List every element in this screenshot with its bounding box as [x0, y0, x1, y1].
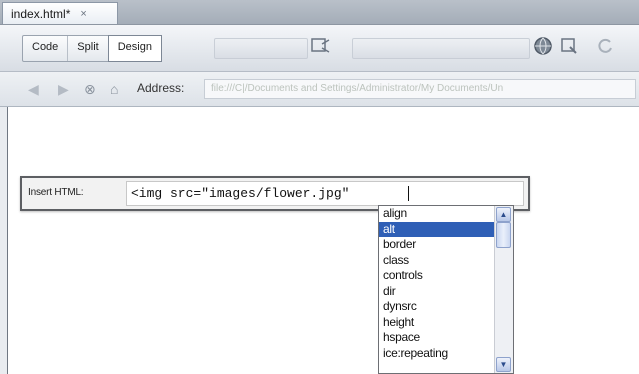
- code-hint-items: align alt border class controls dir dynsrc heig…: [379, 206, 495, 361]
- document-tabstrip: index.html* ×: [0, 0, 639, 25]
- view-mode-group: Code Split Design: [22, 35, 162, 62]
- visual-aids-icon[interactable]: [558, 35, 580, 57]
- code-hint-item[interactable]: border: [379, 237, 495, 253]
- code-hint-item[interactable]: hspace: [379, 330, 495, 346]
- globe-icon[interactable]: [532, 35, 554, 57]
- code-hint-item[interactable]: align: [379, 206, 495, 222]
- scroll-up-icon[interactable]: ▲: [496, 207, 511, 222]
- address-label: Address:: [137, 81, 185, 95]
- address-bar: ◀ ▶ ⊗ ⌂ Address: file:///C|/Documents an…: [0, 72, 639, 107]
- inspect-icon[interactable]: [310, 35, 332, 57]
- live-view-button[interactable]: [214, 38, 308, 59]
- code-hint-item[interactable]: controls: [379, 268, 495, 284]
- design-view-canvas[interactable]: [7, 107, 639, 374]
- back-arrow-icon[interactable]: ◀: [28, 81, 39, 98]
- code-hint-item[interactable]: class: [379, 253, 495, 269]
- code-hint-item[interactable]: alt: [379, 221, 495, 237]
- stop-icon[interactable]: ⊗: [84, 81, 96, 98]
- document-tab[interactable]: index.html* ×: [2, 2, 118, 24]
- close-icon[interactable]: ×: [80, 8, 86, 20]
- document-tab-title: index.html*: [11, 6, 71, 21]
- scroll-down-icon[interactable]: ▼: [496, 357, 511, 372]
- code-hint-item[interactable]: dynsrc: [379, 299, 495, 315]
- split-view-button[interactable]: Split: [68, 36, 109, 61]
- title-field[interactable]: [352, 38, 530, 59]
- address-input[interactable]: file:///C|/Documents and Settings/Admini…: [204, 79, 636, 99]
- hint-scrollbar[interactable]: ▲ ▼: [494, 206, 513, 373]
- home-icon[interactable]: ⌂: [110, 81, 118, 97]
- scroll-thumb[interactable]: [496, 222, 511, 248]
- code-hint-item[interactable]: height: [379, 315, 495, 331]
- design-view-button[interactable]: Design: [107, 35, 162, 62]
- code-hint-list[interactable]: align alt border class controls dir dynsrc heig…: [378, 205, 514, 374]
- code-view-button[interactable]: Code: [23, 36, 69, 61]
- refresh-icon[interactable]: [594, 35, 616, 57]
- document-toolbar: Code Split Design: [0, 25, 639, 72]
- insert-html-label: Insert HTML:: [28, 187, 84, 198]
- text-caret: [408, 186, 409, 201]
- insert-html-input[interactable]: <img src="images/flower.jpg": [126, 181, 524, 206]
- insert-html-value: <img src="images/flower.jpg": [131, 186, 358, 201]
- code-hint-item[interactable]: dir: [379, 284, 495, 300]
- forward-arrow-icon[interactable]: ▶: [58, 81, 69, 98]
- code-hint-item[interactable]: ice:repeating: [379, 346, 495, 362]
